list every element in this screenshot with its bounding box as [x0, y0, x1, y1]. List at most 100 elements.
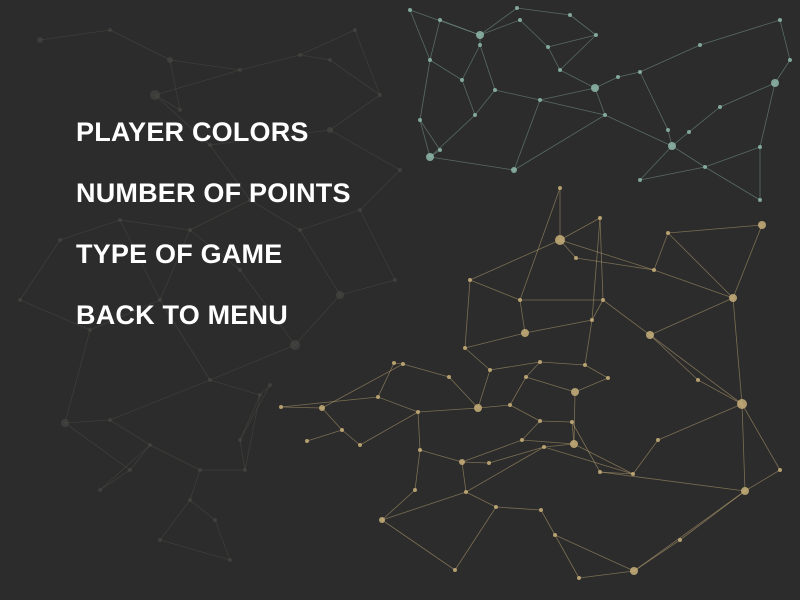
network-line: [667, 232, 734, 299]
network-line: [99, 444, 151, 491]
network-node: [488, 368, 492, 372]
network-line: [239, 394, 261, 441]
network-line: [419, 59, 431, 121]
network-line: [479, 44, 496, 91]
network-line: [159, 539, 231, 561]
network-node: [340, 428, 344, 432]
network-node: [198, 468, 202, 472]
network-line: [464, 332, 526, 349]
network-node: [571, 388, 579, 396]
network-line: [244, 394, 261, 471]
network-line: [633, 490, 746, 572]
network-line: [575, 257, 655, 271]
network-node: [463, 346, 467, 350]
network-line: [64, 422, 131, 471]
network-line: [419, 119, 441, 151]
network-line: [521, 420, 541, 441]
network-node: [601, 298, 605, 302]
network-line: [569, 14, 597, 36]
network-node: [778, 18, 782, 22]
network-line: [354, 29, 381, 96]
network-node: [520, 438, 524, 442]
network-node: [353, 28, 357, 32]
network-node: [515, 6, 519, 10]
network-node: [591, 84, 599, 92]
menu-item-number-of-points[interactable]: NUMBER OF POINTS: [76, 177, 351, 209]
network-node: [238, 68, 242, 72]
network-line: [547, 46, 561, 71]
network-line: [419, 119, 431, 158]
menu-item-player-colors[interactable]: PLAYER COLORS: [76, 116, 351, 148]
network-node: [459, 459, 465, 465]
network-node: [379, 517, 385, 523]
network-node: [630, 567, 638, 575]
network-node: [508, 403, 512, 407]
network-line: [402, 363, 450, 378]
network-line: [599, 217, 604, 301]
network-node: [570, 440, 578, 448]
network-line: [639, 44, 701, 73]
network-node: [574, 256, 578, 260]
network-line: [414, 449, 421, 491]
network-line: [465, 446, 545, 493]
network-node: [460, 78, 464, 82]
network-node: [464, 490, 468, 494]
network-line: [539, 361, 586, 366]
network-line: [474, 89, 496, 116]
network-node: [555, 235, 565, 245]
network-line: [299, 54, 331, 61]
network-node: [474, 404, 482, 412]
network-line: [704, 166, 761, 201]
network-node: [666, 128, 670, 132]
network-line: [419, 449, 463, 463]
network-node: [228, 558, 232, 562]
network-line: [699, 19, 781, 46]
network-line: [732, 297, 743, 405]
network-line: [409, 9, 431, 61]
network-line: [632, 439, 659, 475]
network-node: [518, 18, 522, 22]
network-node: [687, 130, 691, 134]
menu-item-type-of-game[interactable]: TYPE OF GAME: [76, 238, 351, 270]
menu-item-back-to-menu[interactable]: BACK TO MENU: [76, 299, 351, 331]
network-node: [616, 75, 620, 79]
network-node: [18, 298, 22, 302]
network-line: [559, 217, 601, 241]
network-line: [578, 570, 635, 579]
network-node: [426, 153, 434, 161]
network-line: [519, 299, 526, 334]
network-line: [280, 396, 379, 408]
network-line: [602, 299, 651, 336]
network-line: [299, 29, 356, 56]
network-node: [447, 375, 451, 379]
network-node: [487, 461, 491, 465]
network-node: [758, 198, 762, 202]
network-node: [178, 108, 182, 112]
network-node: [258, 393, 262, 397]
network-line: [477, 404, 511, 409]
network-node: [413, 488, 417, 492]
network-node: [408, 8, 412, 12]
network-line: [461, 79, 476, 116]
network-line: [448, 376, 479, 409]
network-node: [538, 419, 542, 423]
network-node: [167, 57, 173, 63]
network-line: [149, 444, 201, 471]
network-node: [558, 186, 562, 190]
network-node: [546, 45, 550, 49]
network-line: [649, 334, 699, 381]
network-line: [667, 224, 763, 234]
network-node: [416, 410, 420, 414]
network-line: [109, 379, 211, 421]
network-node: [590, 318, 594, 322]
network-line: [159, 499, 191, 541]
network-line: [341, 429, 361, 446]
network-line: [759, 82, 776, 148]
network-node: [570, 420, 574, 424]
network-line: [539, 99, 606, 116]
network-node: [606, 376, 610, 380]
network-line: [524, 319, 593, 334]
teal-network-nodes: [408, 6, 792, 202]
network-line: [509, 404, 541, 422]
network-line: [239, 439, 246, 471]
